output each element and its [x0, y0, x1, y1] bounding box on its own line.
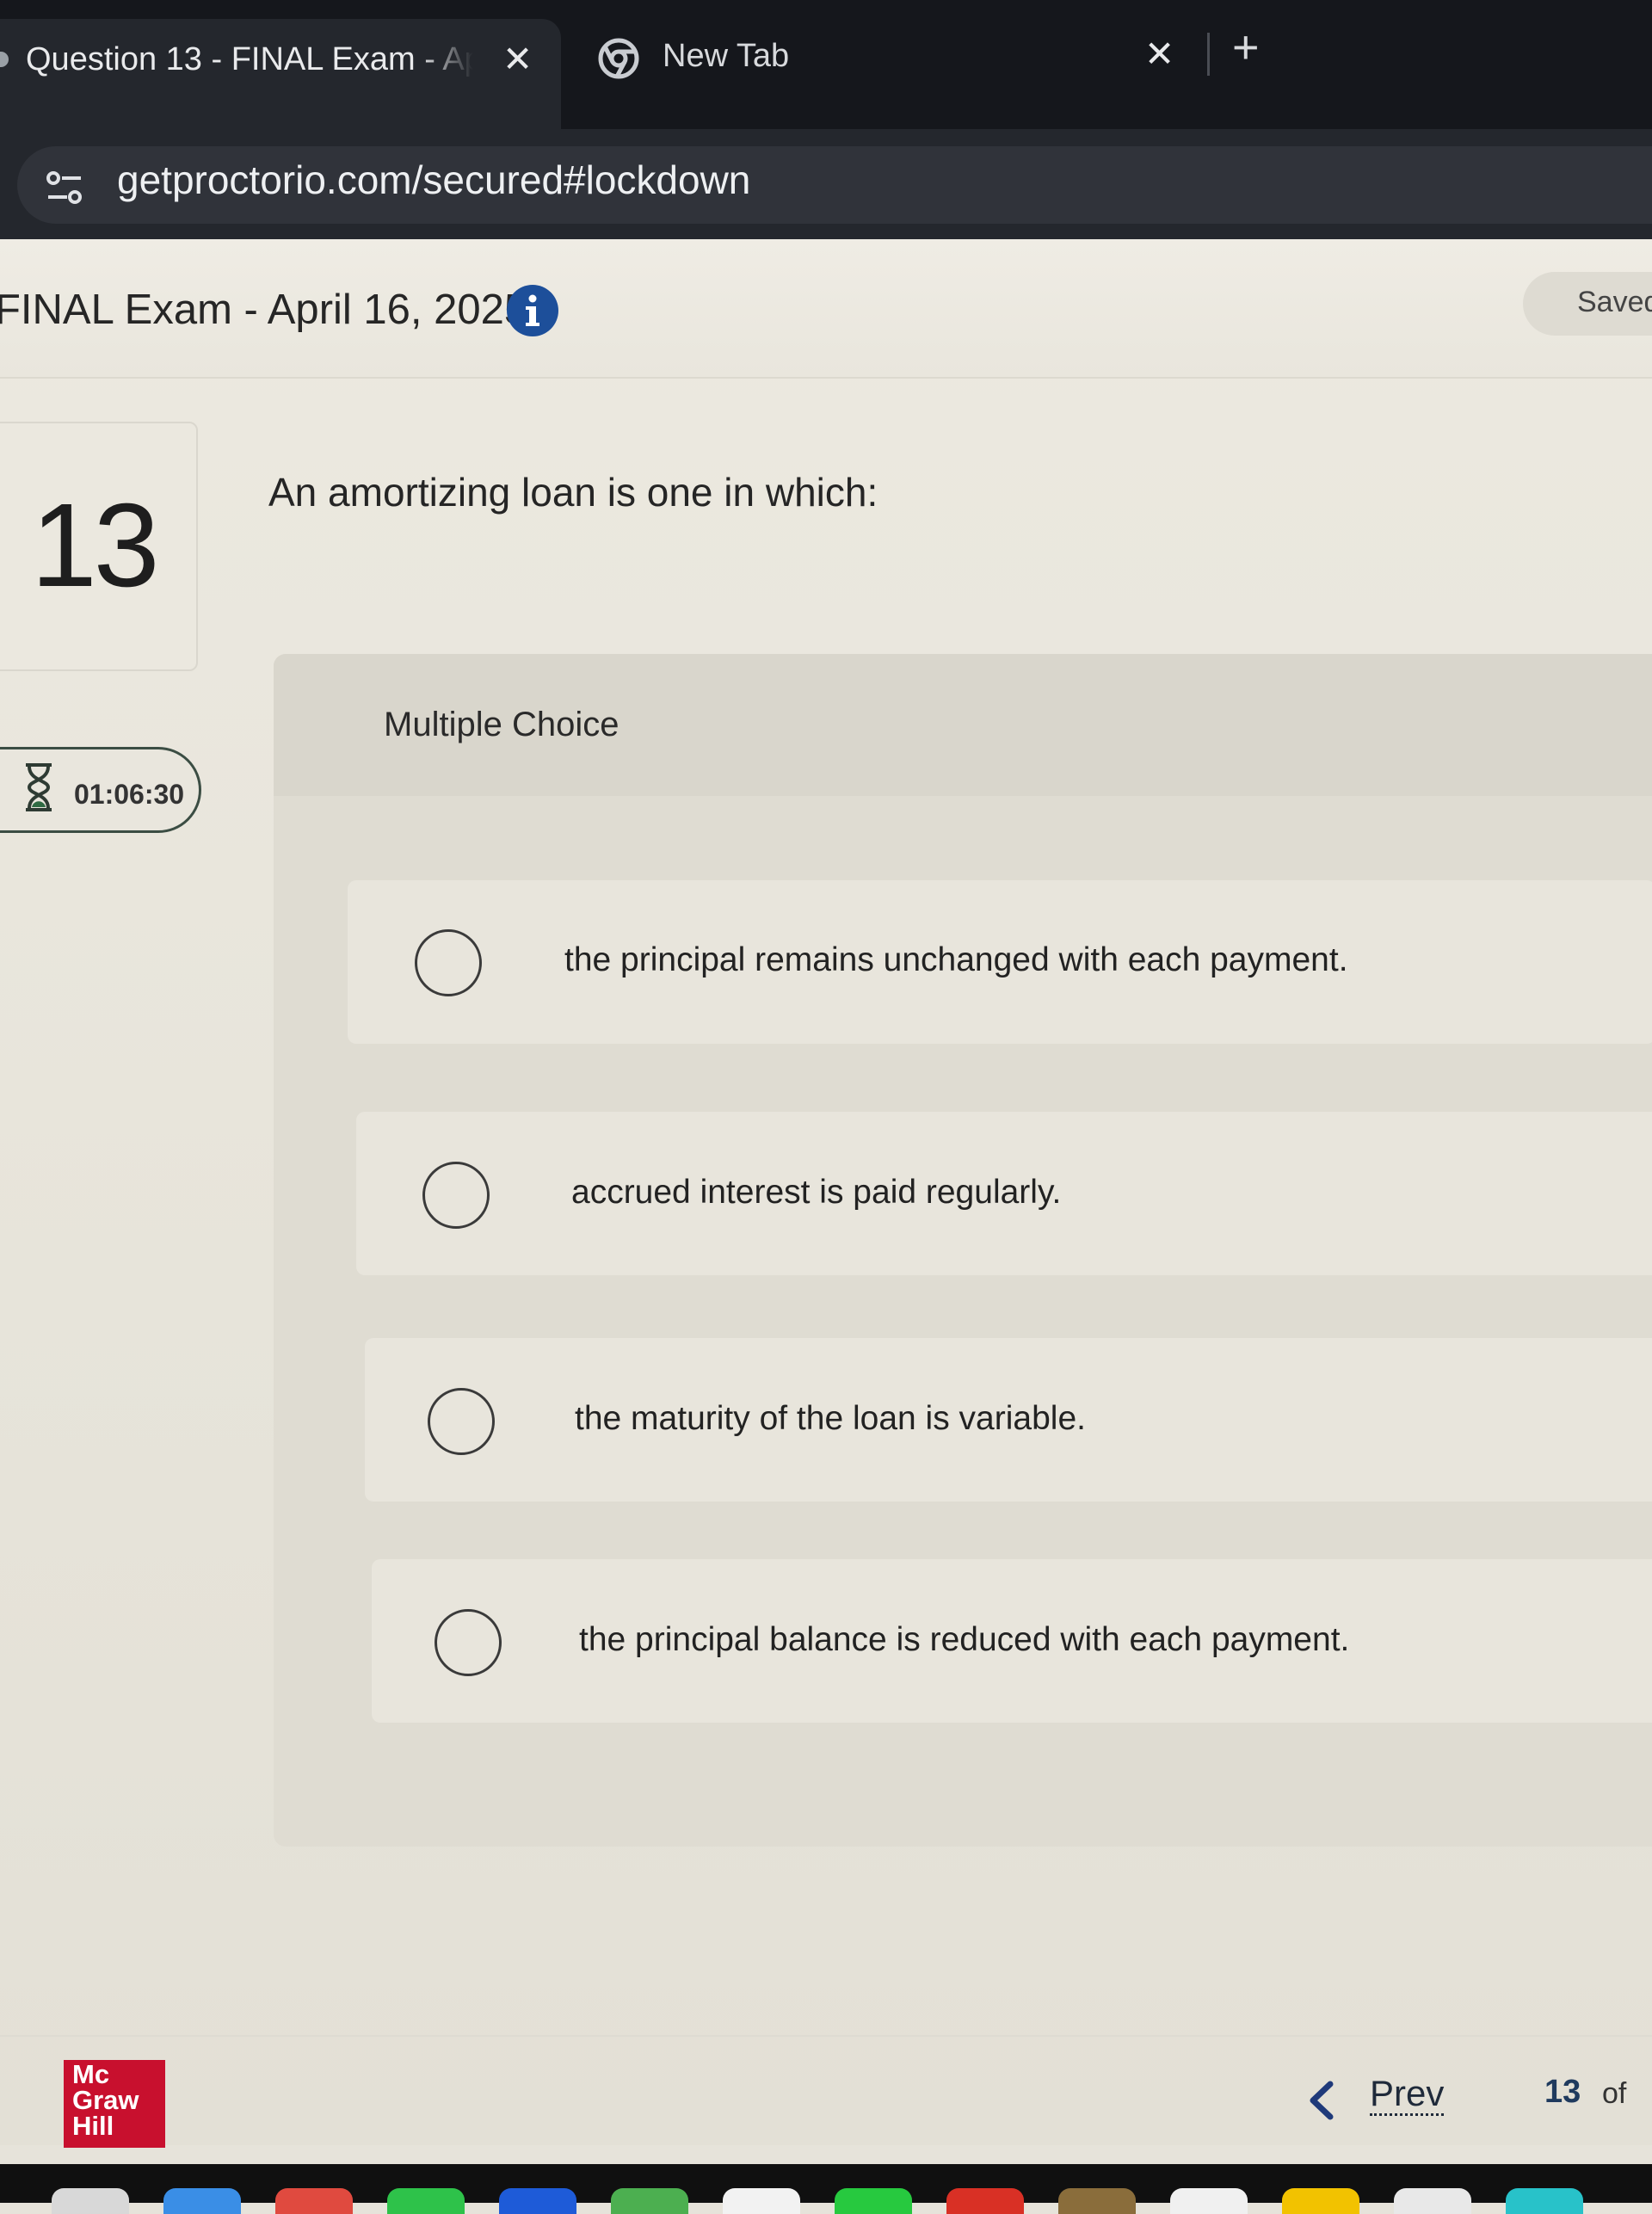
hourglass-icon	[26, 763, 52, 811]
dock-app-icon[interactable]	[1058, 2188, 1136, 2214]
dock-app-icon[interactable]	[163, 2188, 241, 2214]
answer-option-text: the maturity of the loan is variable.	[575, 1400, 1086, 1437]
tab-new-tab-close-icon[interactable]: ✕	[1144, 36, 1174, 72]
url-text[interactable]: getproctorio.com/secured#lockdown	[117, 157, 750, 203]
logo-line: Hill	[72, 2111, 114, 2141]
chevron-left-icon[interactable]	[1304, 2081, 1337, 2120]
prev-button[interactable]: Prev	[1370, 2073, 1445, 2117]
tab-separator	[1207, 33, 1210, 76]
dock-app-icon[interactable]	[1170, 2188, 1248, 2214]
exam-title: FINAL Exam - April 16, 2025	[0, 287, 528, 333]
mcgraw-hill-logo: Mc Graw Hill	[64, 2060, 165, 2148]
dock-app-icon[interactable]	[275, 2188, 353, 2214]
new-tab-plus-icon[interactable]: +	[1232, 24, 1260, 71]
logo-line: Mc	[72, 2059, 110, 2089]
answer-radio[interactable]	[422, 1162, 490, 1229]
current-question-number[interactable]: 13	[1544, 2074, 1581, 2111]
dock-app-icon[interactable]	[946, 2188, 1024, 2214]
dock-app-icon[interactable]	[1506, 2188, 1583, 2214]
answer-option-text: the principal balance is reduced with ea…	[579, 1621, 1350, 1658]
dock-app-icon[interactable]	[52, 2188, 129, 2214]
dock-app-icon[interactable]	[499, 2188, 576, 2214]
dock-app-icon[interactable]	[611, 2188, 688, 2214]
tab-close-icon[interactable]: ✕	[502, 41, 533, 77]
logo-line: Graw	[72, 2085, 139, 2115]
question-number: 13	[31, 479, 159, 612]
answer-option-text: the principal remains unchanged with eac…	[564, 941, 1348, 978]
answer-radio[interactable]	[428, 1388, 495, 1455]
dock-app-icon[interactable]	[387, 2188, 465, 2214]
question-type-label: Multiple Choice	[384, 706, 620, 743]
answer-radio[interactable]	[435, 1609, 502, 1676]
dock-app-icon[interactable]	[1394, 2188, 1471, 2214]
dock-app-icon[interactable]	[835, 2188, 912, 2214]
timer-remaining: 01:06:30	[74, 779, 185, 810]
chrome-icon	[598, 38, 639, 79]
save-status-text: Saved	[1577, 286, 1652, 318]
tab-new-tab-title[interactable]: New Tab	[663, 38, 789, 75]
dock-app-icon[interactable]	[1282, 2188, 1359, 2214]
dock-app-icon[interactable]	[723, 2188, 800, 2214]
question-prompt: An amortizing loan is one in which:	[268, 470, 878, 515]
page-of-label: of	[1602, 2077, 1627, 2110]
answer-radio[interactable]	[415, 929, 482, 996]
answer-option-text: accrued interest is paid regularly.	[571, 1174, 1062, 1211]
browser-tab-bar: Question 13 - FINAL Exam - April 16, 202…	[0, 0, 1652, 129]
info-icon[interactable]	[506, 284, 559, 337]
site-settings-icon[interactable]	[45, 168, 84, 207]
tab-active-title: Question 13 - FINAL Exam - April 16, 202…	[26, 41, 473, 77]
